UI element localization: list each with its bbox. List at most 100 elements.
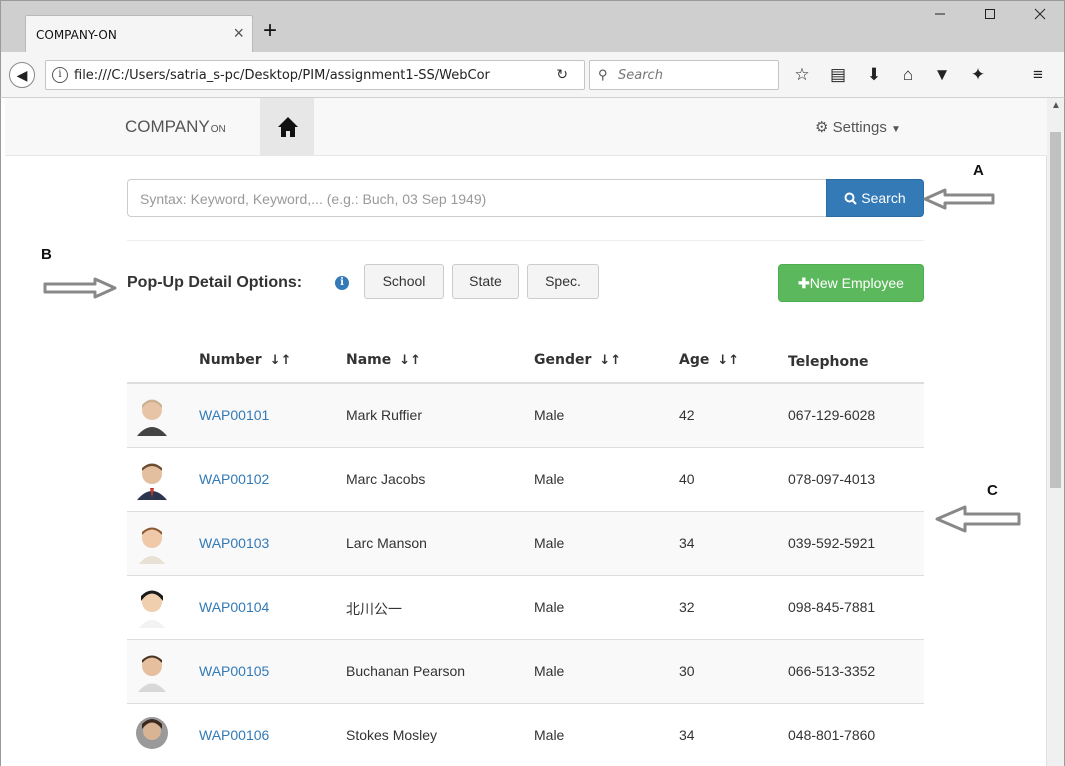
employee-telephone: 067-129-6028: [788, 407, 876, 423]
table-row[interactable]: WAP00102 Marc Jacobs Male 40 078-097-401…: [127, 448, 924, 512]
extension-icon[interactable]: ✦: [967, 66, 989, 84]
sort-icon: ↓↑: [269, 353, 292, 368]
annotation-arrow-a: [923, 188, 995, 210]
employee-name: Marc Jacobs: [346, 471, 426, 487]
employee-number-link[interactable]: WAP00101: [199, 407, 269, 423]
maximize-icon[interactable]: [967, 7, 1013, 31]
state-option-button[interactable]: State: [452, 264, 519, 299]
minimize-icon[interactable]: [917, 7, 963, 31]
browser-tab[interactable]: COMPANY-ON ×: [25, 15, 253, 53]
employee-telephone: 078-097-4013: [788, 471, 876, 487]
new-employee-label: New Employee: [809, 275, 904, 291]
back-icon[interactable]: ◀: [9, 62, 35, 88]
house-icon: [278, 117, 298, 137]
school-option-button[interactable]: School: [364, 264, 444, 299]
avatar: [136, 717, 168, 749]
employee-age: 34: [679, 535, 695, 551]
employee-number-link[interactable]: WAP00104: [199, 599, 269, 615]
menu-icon[interactable]: ≡: [1027, 66, 1049, 84]
employee-gender: Male: [534, 471, 565, 487]
table-row[interactable]: WAP00104 北川公一 Male 32 098-845-7881: [127, 576, 924, 640]
plus-icon: ✚: [798, 275, 810, 291]
new-employee-button[interactable]: ✚New Employee: [778, 264, 924, 302]
employee-number-link[interactable]: WAP00103: [199, 535, 269, 551]
employee-name: Larc Manson: [346, 535, 427, 551]
employee-number-link[interactable]: WAP00106: [199, 727, 269, 743]
search-button-label: Search: [861, 190, 906, 206]
avatar: [138, 655, 166, 692]
employee-number-link[interactable]: WAP00102: [199, 471, 269, 487]
employee-name: Buchanan Pearson: [346, 663, 466, 679]
sort-icon: ↓↑: [399, 353, 422, 368]
sort-icon: ↓↑: [599, 353, 622, 368]
reading-list-icon[interactable]: ▤: [827, 66, 849, 84]
employee-gender: Male: [534, 535, 565, 551]
new-tab-icon[interactable]: +: [263, 19, 277, 43]
annotation-arrow-b: [43, 277, 117, 299]
scroll-up-icon[interactable]: ▲: [1051, 100, 1061, 111]
column-telephone: Telephone: [788, 354, 869, 370]
annotation-label-c: C: [987, 482, 998, 499]
info-icon[interactable]: i: [52, 67, 68, 83]
employee-age: 32: [679, 599, 695, 615]
brand-logo[interactable]: COMPANYON: [125, 117, 226, 137]
employee-gender: Male: [534, 599, 565, 615]
employee-telephone: 066-513-3352: [788, 663, 876, 679]
employee-telephone: 098-845-7881: [788, 599, 876, 615]
popup-options-label: Pop-Up Detail Options:: [127, 274, 303, 291]
url-text[interactable]: file:///C:/Users/satria_s-pc/Desktop/PIM…: [74, 68, 534, 83]
annotation-label-a: A: [973, 162, 984, 179]
column-number[interactable]: Number ↓↑: [199, 352, 292, 368]
search-placeholder: Syntax: Keyword, Keyword,... (e.g.: Buch…: [140, 191, 487, 207]
star-icon[interactable]: ☆: [791, 66, 813, 84]
browser-titlebar: COMPANY-ON × +: [0, 0, 1065, 53]
column-age[interactable]: Age ↓↑: [679, 352, 739, 368]
tab-close-icon[interactable]: ×: [233, 23, 244, 44]
scroll-thumb[interactable]: [1050, 132, 1061, 488]
caret-down-icon: ▼: [891, 124, 901, 135]
vertical-scrollbar[interactable]: ▲: [1046, 98, 1064, 766]
tab-title: COMPANY-ON: [36, 28, 117, 42]
search-icon: [844, 192, 858, 205]
reload-icon[interactable]: ↻: [556, 66, 568, 83]
info-icon[interactable]: i: [335, 276, 349, 290]
avatar: [137, 399, 167, 436]
employee-telephone: 039-592-5921: [788, 535, 876, 551]
employee-telephone: 048-801-7860: [788, 727, 876, 743]
pocket-icon[interactable]: ▼: [931, 66, 953, 84]
home-icon[interactable]: ⌂: [897, 66, 919, 84]
browser-search-placeholder: Search: [618, 68, 663, 83]
spec-option-button[interactable]: Spec.: [527, 264, 599, 299]
employee-number-link[interactable]: WAP00105: [199, 663, 269, 679]
close-icon[interactable]: [1017, 7, 1063, 31]
column-name[interactable]: Name ↓↑: [346, 352, 421, 368]
column-gender[interactable]: Gender ↓↑: [534, 352, 621, 368]
app-navbar: COMPANYON ⚙ Settings ▼: [5, 98, 1047, 156]
annotation-arrow-c: [935, 505, 1021, 533]
settings-label: Settings: [832, 119, 887, 136]
employee-age: 40: [679, 471, 695, 487]
settings-dropdown[interactable]: ⚙ Settings ▼: [815, 118, 901, 136]
divider: [127, 240, 924, 241]
employee-gender: Male: [534, 727, 565, 743]
page-viewport: ▲ COMPANYON ⚙ Settings ▼ Syntax: Keyword…: [0, 98, 1065, 766]
url-bar[interactable]: i file:///C:/Users/satria_s-pc/Desktop/P…: [45, 60, 585, 90]
search-button[interactable]: Search: [826, 179, 924, 217]
avatar: [137, 463, 167, 500]
table-row[interactable]: WAP00105 Buchanan Pearson Male 30 066-51…: [127, 640, 924, 704]
employee-name: 北川公一: [346, 602, 402, 618]
table-row[interactable]: WAP00103 Larc Manson Male 34 039-592-592…: [127, 512, 924, 576]
table-row[interactable]: WAP00106 Stokes Mosley Male 34 048-801-7…: [127, 704, 924, 766]
employee-age: 42: [679, 407, 695, 423]
home-button[interactable]: [260, 98, 314, 156]
employee-age: 34: [679, 727, 695, 743]
search-input[interactable]: Syntax: Keyword, Keyword,... (e.g.: Buch…: [127, 179, 827, 217]
avatar: [139, 590, 165, 628]
browser-search-bar[interactable]: ⚲ Search: [589, 60, 779, 90]
employee-gender: Male: [534, 663, 565, 679]
search-icon: ⚲: [598, 67, 608, 82]
employee-gender: Male: [534, 407, 565, 423]
employee-name: Mark Ruffier: [346, 407, 422, 423]
download-icon[interactable]: ⬇: [863, 66, 885, 84]
table-row[interactable]: WAP00101 Mark Ruffier Male 42 067-129-60…: [127, 384, 924, 448]
